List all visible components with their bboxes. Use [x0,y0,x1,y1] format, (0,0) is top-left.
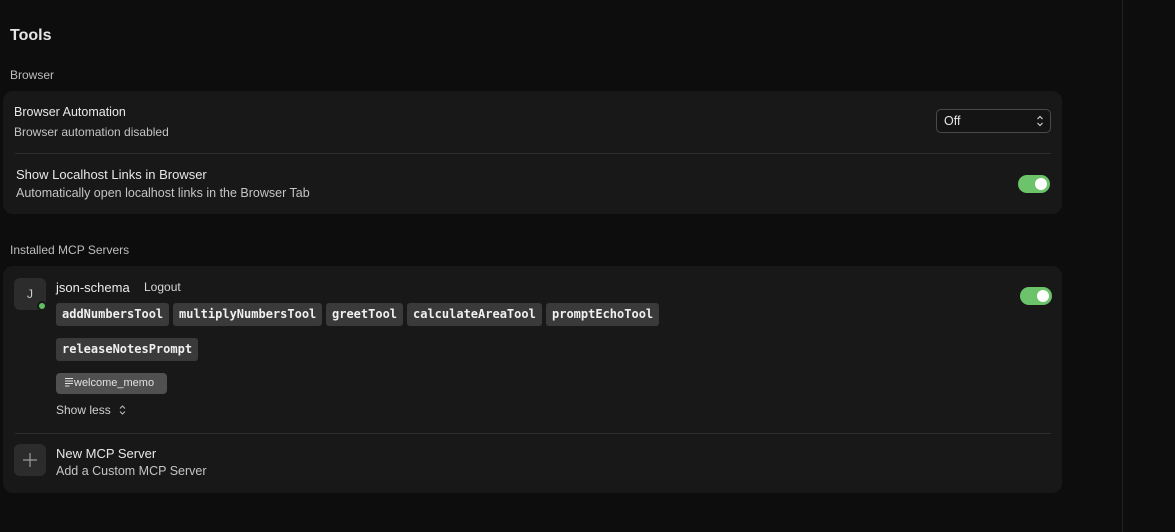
browser-automation-select-value: Off [944,114,961,128]
server-enabled-toggle[interactable] [1020,287,1052,305]
browser-automation-title: Browser Automation [14,105,126,119]
mcp-servers-card: J json-schema Logout addNumbersTool mult… [3,266,1062,493]
browser-settings-card: Browser Automation Browser automation di… [3,91,1062,214]
tool-tag-calculateareatool[interactable]: calculateAreaTool [407,303,542,326]
tool-tag-greettool[interactable]: greetTool [326,303,404,326]
show-less-button[interactable]: Show less [56,403,126,417]
browser-automation-select[interactable]: Off [936,109,1051,133]
localhost-links-subtitle: Automatically open localhost links in th… [16,186,310,200]
new-server-subtitle: Add a Custom MCP Server [56,464,207,478]
toggle-knob [1037,290,1049,302]
document-lines-icon [65,378,73,387]
localhost-links-toggle[interactable] [1018,175,1050,193]
browser-card-divider [15,153,1051,154]
select-chevron-icon [1037,115,1043,127]
browser-section-label: Browser [10,68,55,82]
localhost-links-title: Show Localhost Links in Browser [16,167,207,182]
tool-tag-releasenotesprompt[interactable]: releaseNotesPrompt [56,338,199,361]
toggle-knob [1035,178,1047,190]
server-status-dot [37,301,47,311]
page-title: Tools [10,27,52,44]
mcp-section-label: Installed MCP Servers [10,243,130,257]
logout-button[interactable]: Logout [144,280,181,294]
browser-automation-subtitle: Browser automation disabled [14,125,169,139]
chevron-up-down-icon [119,405,126,415]
new-server-title[interactable]: New MCP Server [56,446,156,461]
mcp-card-divider [15,433,1051,434]
server-name: json-schema [56,280,130,295]
resource-tag[interactable]: welcome_memo [56,373,167,394]
tool-tag-addnumberstool[interactable]: addNumbersTool [56,303,170,326]
plus-icon [23,453,37,467]
new-server-plus-button[interactable] [14,444,46,476]
right-panel-divider [1122,0,1123,532]
tool-tag-multiplynumberstool[interactable]: multiplyNumbersTool [173,303,323,326]
resource-tag-label: welcome_memo [74,377,155,389]
tool-tag-promptechotool[interactable]: promptEchoTool [546,303,660,326]
show-less-label: Show less [56,403,111,417]
